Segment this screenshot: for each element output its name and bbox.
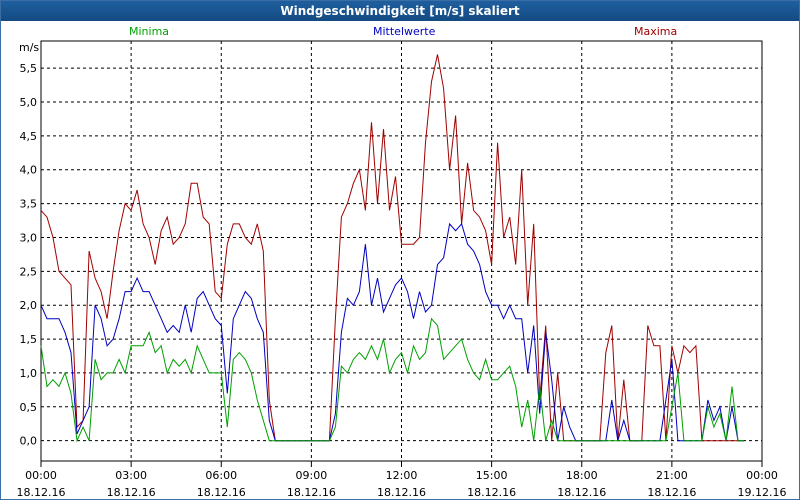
x-tick-label-date: 19.12.16 [738, 486, 787, 499]
y-tick-label: 4,0 [20, 164, 38, 177]
chart-window: Windgeschwindigkeit [m/s] skaliert Minim… [0, 0, 800, 500]
x-tick-label-time: 06:00 [205, 469, 237, 482]
y-tick-label: 0,0 [20, 435, 38, 448]
y-tick-label: 1,5 [20, 333, 38, 346]
y-tick-label: 3,0 [20, 231, 38, 244]
y-tick-label: 5,5 [20, 62, 38, 75]
x-tick-label-time: 03:00 [115, 469, 147, 482]
x-tick-label-time: 09:00 [296, 469, 328, 482]
y-tick-label: 3,5 [20, 198, 38, 211]
x-tick-label-date: 18.12.16 [647, 486, 696, 499]
y-tick-label: 5,0 [20, 96, 38, 109]
x-tick-label-date: 18.12.16 [557, 486, 606, 499]
y-tick-label: 1,0 [20, 367, 38, 380]
line-chart: 0,0 0,5 1,0 1,5 2,0 2,5 3,0 3,5 4,0 4,5 5,0 5,5 00:0… [17, 40, 787, 499]
x-tick-label-time: 21:00 [656, 469, 688, 482]
y-tick-label: 0,5 [20, 401, 38, 414]
x-tick-label-date: 18.12.16 [287, 486, 336, 499]
x-tick-label-time: 00:00 [746, 469, 778, 482]
x-tick-label-date: 18.12.16 [197, 486, 246, 499]
x-tick-label-time: 12:00 [386, 469, 418, 482]
y-tick-label: 2,5 [20, 265, 38, 278]
window-title: Windgeschwindigkeit [m/s] skaliert [1, 1, 799, 21]
x-tick-label-time: 18:00 [566, 469, 598, 482]
x-tick-label-time: 15:00 [476, 469, 508, 482]
y-tick-label: 2,0 [20, 299, 38, 312]
x-tick-label-date: 18.12.16 [467, 486, 516, 499]
x-tick-label-date: 18.12.16 [107, 486, 156, 499]
x-tick-label-date: 18.12.16 [17, 486, 66, 499]
x-tick-label-date: 18.12.16 [377, 486, 426, 499]
x-tick-label-time: 00:00 [25, 469, 57, 482]
y-tick-label: 4,5 [20, 130, 38, 143]
